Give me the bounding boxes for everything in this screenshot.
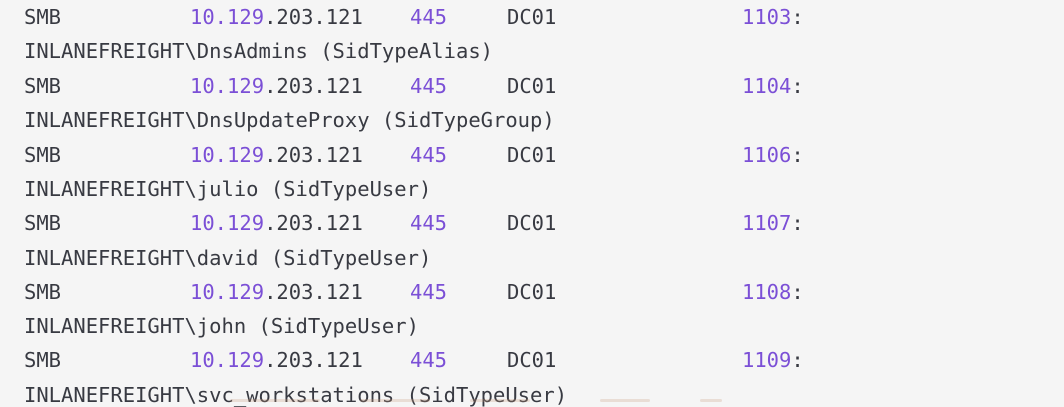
rid-value: 1106: [742, 140, 804, 170]
rid-separator: : [791, 5, 804, 29]
ip-suffix: .203.121 [264, 74, 363, 98]
port-number: 445 [410, 74, 448, 98]
rid-number: 1106 [742, 143, 792, 167]
ip-prefix: 10.129 [190, 143, 265, 167]
ip-address: 10.129.203.121 [190, 2, 363, 32]
rid-value: 1107: [742, 208, 804, 238]
ip-suffix: .203.121 [264, 143, 363, 167]
rid-separator: : [791, 74, 804, 98]
rid-separator: : [791, 280, 804, 304]
protocol-label: SMB [24, 5, 62, 29]
port-number: 445 [410, 143, 448, 167]
watermark-strip [0, 399, 1064, 407]
ip-address: 10.129.203.121 [190, 208, 363, 238]
account-line: INLANEFREIGHT\david (SidTypeUser) [24, 246, 432, 270]
account-line: INLANEFREIGHT\john (SidTypeUser) [24, 314, 419, 338]
protocol-label: SMB [24, 280, 62, 304]
smb-result-line: SMB 10.129.203.121 445 DC01 1109: [24, 345, 804, 375]
ip-prefix: 10.129 [190, 280, 265, 304]
rid-separator: : [791, 211, 804, 235]
host-name: DC01 [507, 348, 557, 372]
rid-number: 1108 [742, 280, 792, 304]
smb-result-line: SMB 10.129.203.121 445 DC01 1104: [24, 71, 804, 101]
account-line: INLANEFREIGHT\julio (SidTypeUser) [24, 177, 432, 201]
rid-value: 1104: [742, 71, 804, 101]
port-number: 445 [410, 211, 448, 235]
ip-suffix: .203.121 [264, 348, 363, 372]
host-name: DC01 [507, 5, 557, 29]
terminal-output[interactable]: SMB 10.129.203.121 445 DC01 1103: INLANE… [0, 0, 1064, 407]
rid-separator: : [791, 143, 804, 167]
host-name: DC01 [507, 211, 557, 235]
rid-separator: : [791, 348, 804, 372]
host-name: DC01 [507, 280, 557, 304]
port-number: 445 [410, 348, 448, 372]
ip-address: 10.129.203.121 [190, 277, 363, 307]
ip-suffix: .203.121 [264, 211, 363, 235]
host-name: DC01 [507, 74, 557, 98]
smb-result-line: SMB 10.129.203.121 445 DC01 1106: [24, 140, 804, 170]
smb-result-line: SMB 10.129.203.121 445 DC01 1103: [24, 2, 804, 32]
rid-value: 1109: [742, 345, 804, 375]
rid-number: 1107 [742, 211, 792, 235]
rid-number: 1103 [742, 5, 792, 29]
ip-suffix: .203.121 [264, 280, 363, 304]
protocol-label: SMB [24, 143, 62, 167]
ip-suffix: .203.121 [264, 5, 363, 29]
smb-result-line: SMB 10.129.203.121 445 DC01 1108: [24, 277, 804, 307]
port-number: 445 [410, 280, 448, 304]
ip-prefix: 10.129 [190, 5, 265, 29]
ip-address: 10.129.203.121 [190, 140, 363, 170]
rid-value: 1103: [742, 2, 804, 32]
account-line: INLANEFREIGHT\DnsUpdateProxy (SidTypeGro… [24, 108, 555, 132]
protocol-label: SMB [24, 211, 62, 235]
account-line: INLANEFREIGHT\DnsAdmins (SidTypeAlias) [24, 39, 493, 63]
host-name: DC01 [507, 143, 557, 167]
rid-value: 1108: [742, 277, 804, 307]
ip-prefix: 10.129 [190, 74, 265, 98]
ip-prefix: 10.129 [190, 211, 265, 235]
ip-prefix: 10.129 [190, 348, 265, 372]
rid-number: 1104 [742, 74, 792, 98]
port-number: 445 [410, 5, 448, 29]
smb-result-line: SMB 10.129.203.121 445 DC01 1107: [24, 208, 804, 238]
ip-address: 10.129.203.121 [190, 345, 363, 375]
protocol-label: SMB [24, 74, 62, 98]
protocol-label: SMB [24, 348, 62, 372]
rid-number: 1109 [742, 348, 792, 372]
ip-address: 10.129.203.121 [190, 71, 363, 101]
